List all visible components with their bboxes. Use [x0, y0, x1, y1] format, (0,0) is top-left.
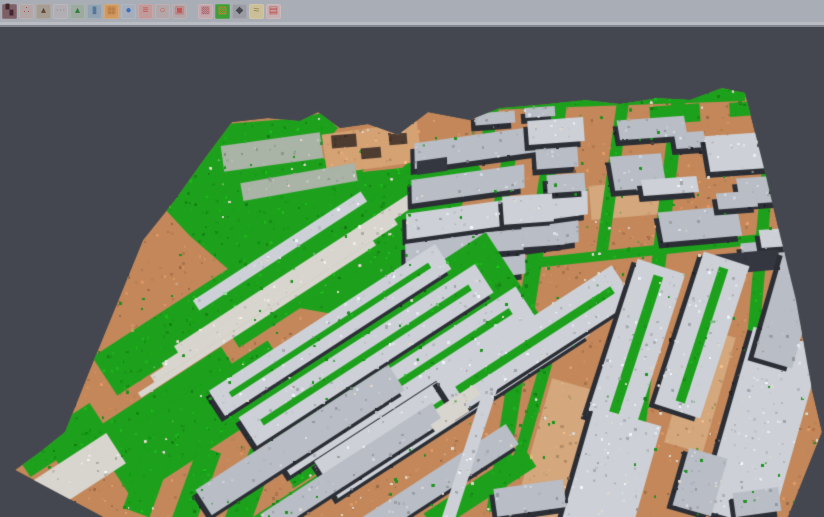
column-icon-glyph: ▮: [92, 6, 98, 16]
report-icon-glyph: ▤: [269, 6, 278, 16]
classify-points-icon-glyph: ∴: [23, 6, 29, 16]
toolbar-group-1: ▚ ∴ ▴ ⋯ ▴ ▮ ▦ ● ≡ ○ ▣: [2, 4, 189, 19]
circle-select-icon[interactable]: ○: [155, 4, 170, 19]
ortho-tile-icon-glyph: ▦: [107, 6, 116, 16]
terrain-green-icon[interactable]: ▴: [70, 4, 85, 19]
terrain-brown-icon-glyph: ▴: [41, 6, 46, 16]
profile-lines-icon[interactable]: ≡: [138, 4, 153, 19]
report-icon[interactable]: ▤: [266, 4, 281, 19]
import-points-icon-glyph: ▚: [6, 6, 14, 16]
viewport-3d[interactable]: [0, 27, 824, 517]
toolbar: ▚ ∴ ▴ ⋯ ▴ ▮ ▦ ● ≡ ○ ▣ ▩ ▧ ◆ ≈ ▤: [0, 0, 824, 22]
globe-icon-glyph: ●: [125, 6, 131, 16]
globe-icon[interactable]: ●: [121, 4, 136, 19]
fit-selection-icon[interactable]: ▣: [172, 4, 187, 19]
circle-select-icon-glyph: ○: [159, 6, 165, 16]
sparse-points-icon[interactable]: ⋯: [53, 4, 68, 19]
ortho-tile-icon[interactable]: ▦: [104, 4, 119, 19]
mesh-dark-icon[interactable]: ◆: [232, 4, 247, 19]
contour-icon-glyph: ≈: [254, 6, 260, 16]
classify-points-icon[interactable]: ∴: [19, 4, 34, 19]
fit-selection-icon-glyph: ▣: [175, 6, 184, 16]
terrain-green-icon-glyph: ▴: [75, 6, 80, 16]
filter-grid-icon-glyph: ▩: [201, 6, 210, 16]
mesh-dark-icon-glyph: ◆: [236, 6, 244, 16]
point-cloud-canvas[interactable]: [0, 27, 824, 517]
terrain-brown-icon[interactable]: ▴: [36, 4, 51, 19]
import-points-icon[interactable]: ▚: [2, 4, 17, 19]
filter-grid-icon[interactable]: ▩: [198, 4, 213, 19]
classified-map-icon-glyph: ▧: [218, 6, 227, 16]
app-window: ▚ ∴ ▴ ⋯ ▴ ▮ ▦ ● ≡ ○ ▣ ▩ ▧ ◆ ≈ ▤: [0, 0, 824, 517]
classified-map-icon[interactable]: ▧: [215, 4, 230, 19]
profile-lines-icon-glyph: ≡: [143, 6, 149, 16]
toolbar-group-2: ▩ ▧ ◆ ≈ ▤: [198, 4, 283, 19]
sparse-points-icon-glyph: ⋯: [56, 6, 66, 16]
column-icon[interactable]: ▮: [87, 4, 102, 19]
contour-icon[interactable]: ≈: [249, 4, 264, 19]
